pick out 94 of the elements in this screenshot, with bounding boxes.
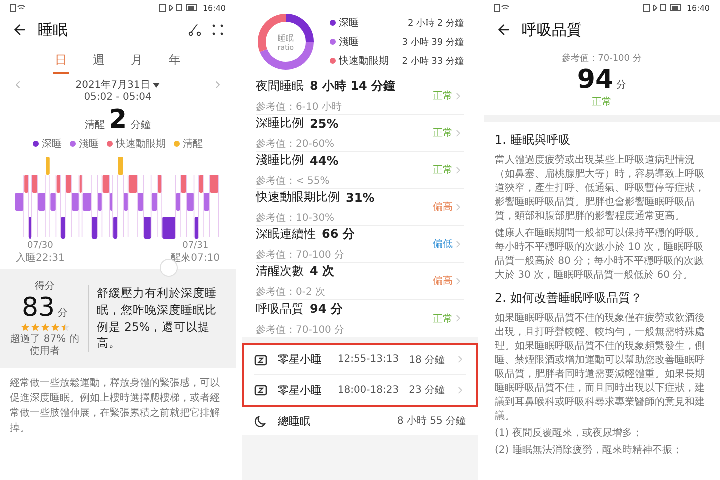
legend-label: 淺睡 xyxy=(79,138,99,151)
score-unit: 分 xyxy=(616,79,627,92)
reference-range: 參考值：20-60% xyxy=(256,139,335,150)
status-time: 16:40 xyxy=(686,4,710,12)
screen-title: 呼吸品質 xyxy=(522,20,583,40)
metric-name: 深睡比例 xyxy=(256,115,304,132)
share-icon[interactable] xyxy=(188,23,202,37)
end-date: 07/31 xyxy=(182,241,209,251)
stage-label: 清醒 xyxy=(84,118,105,132)
period-tab[interactable]: 週 xyxy=(91,50,107,74)
reference-range: 參考值：0-2 次 xyxy=(256,287,326,298)
donut-label: 睡眠 xyxy=(278,32,294,44)
donut-ring-drawing xyxy=(256,12,316,72)
metric-name: 清醒次數 xyxy=(256,263,304,280)
status-link[interactable]: 偏低 xyxy=(433,237,464,251)
reference-range: 參考值：70-100 分 xyxy=(256,324,345,336)
status-icons-icon xyxy=(158,4,199,12)
metric-name: 深眠連續性 xyxy=(256,226,316,243)
sleep-box-icon xyxy=(254,352,268,366)
metric-value: 31% xyxy=(346,190,375,204)
status-link[interactable]: 正常 xyxy=(433,312,464,326)
period-tab[interactable]: 年 xyxy=(167,50,183,74)
status-icons-icon xyxy=(642,4,683,12)
more-icon[interactable] xyxy=(212,24,224,36)
total-value: 8 小時 55 分鐘 xyxy=(397,414,466,428)
period-tab[interactable]: 日 xyxy=(53,50,69,74)
sim-wifi-icon xyxy=(494,4,510,12)
duration-text: 2 小時 2 分鐘 xyxy=(408,18,464,30)
percentile-note: 超過了 87% 的使用者 xyxy=(10,334,80,358)
legend-label: 清醒 xyxy=(183,138,203,151)
nap-row[interactable]: 零星小睡 18:00-18:23 23 分鐘 xyxy=(254,375,466,405)
advice-text: 舒緩壓力有利於深度睡眠，您昨晚深度睡眠比例是 25%，還可以提高。 xyxy=(88,285,226,352)
reference-range: 參考值：70-100 分 xyxy=(256,250,345,261)
status-link[interactable]: 正常 xyxy=(433,89,464,103)
star-icon xyxy=(20,323,30,332)
score-unit: 分 xyxy=(58,307,68,320)
star-icon xyxy=(50,323,60,332)
body-paragraph: 健康人在睡眠期間一般都可以保持平穩的呼吸。每小時不平穩呼吸的次數小於 10 次，睡眠呼吸品質一般高於 80 分；每小時不平穩呼吸的次數大於 30 次，睡眠呼吸品質一般低於 60 分。 xyxy=(495,227,706,283)
legend-label: 深睡 xyxy=(42,138,62,151)
bedtime-label: 入睡22:31 xyxy=(16,252,65,265)
status-link[interactable]: 正常 xyxy=(433,126,464,140)
back-icon[interactable] xyxy=(12,22,28,38)
total-label: 總睡眠 xyxy=(278,414,312,428)
star-icon xyxy=(40,323,50,332)
star-icon xyxy=(60,323,70,332)
sim-wifi-icon xyxy=(10,4,26,12)
duration-unit: 分鐘 xyxy=(131,119,152,132)
star-icon xyxy=(30,323,40,332)
body-paragraph: (2) 睡眠無法消除疲勞，醒來時精神不振； xyxy=(495,444,684,458)
moon-icon xyxy=(254,414,268,428)
metric-value: 8 小時 14 分鐘 xyxy=(310,78,396,95)
metric-name: 呼吸品質 xyxy=(256,300,304,318)
time-range: 05:02 - 05:04 xyxy=(84,92,152,103)
score-value: 83 xyxy=(22,295,56,321)
section-heading: 2. 如何改善睡眠呼吸品質？ xyxy=(495,290,644,307)
start-date: 07/30 xyxy=(27,241,54,251)
duration-value: 2 xyxy=(108,107,128,133)
tip-text: 經常做一些放鬆運動，釋放身體的緊張感，可以促進深度睡眠。例如上樓時選擇爬樓梯，或者經常做一些肢體伸展，在緊張累積之前就把它排解掉。 xyxy=(10,376,221,436)
legend-label: 快速動眼期 xyxy=(116,138,166,151)
metric-value: 66 分 xyxy=(322,226,355,243)
legend-label: 深睡 xyxy=(339,16,359,30)
reference-range: 參考值：< 55% xyxy=(256,176,330,187)
legend-label: 快速動眼期 xyxy=(339,54,389,68)
body-paragraph: 當人體過度疲勞或出現某些上呼吸道病理情況（如鼻塞、扁桃腺肥大等）時，容易導致上呼吸道狹窄，產生打呼、低通氣、呼吸暫停等症狀，影響睡眠呼吸品質。肥胖也會影響睡眠呼吸品質，頸部和腹部肥胖的影響程度通常更高。 xyxy=(495,154,706,224)
metric-value: 4 次 xyxy=(310,263,335,280)
status-link[interactable]: 正常 xyxy=(433,163,464,177)
metric-value: 44% xyxy=(310,154,339,168)
status-label: 正常 xyxy=(592,96,612,109)
metric-value: 25% xyxy=(310,116,339,130)
legend-label: 淺睡 xyxy=(339,36,359,49)
metric-name: 夜間睡眠 xyxy=(256,78,304,95)
body-paragraph: (1) 夜間反覆醒來，或夜尿增多； xyxy=(495,427,644,441)
duration-text: 3 小時 39 分鐘 xyxy=(402,36,464,48)
metric-value: 94 分 xyxy=(310,300,343,318)
reference-range: 參考值：70-100 分 xyxy=(562,52,642,65)
body-paragraph: 如果睡眠呼吸品質不佳的現象僅在疲勞或飲酒後出現，且打呼聲較輕、較均勻，一般無需特殊處理。如果睡眠呼吸品質不佳的現象頻繁發生，側睡、禁煙限酒或增加運動可以幫助您改善睡眠呼吸品質，肥胖者同時還需要減輕體重。如果長期睡眠呼吸品質不佳，而且同時出現以下症狀，建議到耳鼻喉科或呼吸科尋求專業醫師的意見和建議。 xyxy=(495,312,706,424)
score-label: 得分 xyxy=(35,280,55,293)
screen-title: 睡眠 xyxy=(38,20,69,40)
duration-text: 2 小時 33 分鐘 xyxy=(402,56,464,68)
back-icon[interactable] xyxy=(496,22,512,38)
nap-row[interactable]: 零星小睡 12:55-13:13 18 分鐘 xyxy=(254,345,466,375)
section-heading: 1. 睡眠與呼吸 xyxy=(495,132,572,149)
period-tab[interactable]: 月 xyxy=(129,50,145,74)
reference-range: 參考值：6-10 小時 xyxy=(256,102,342,113)
score-value: 94 xyxy=(577,67,614,93)
status-link[interactable]: 偏高 xyxy=(433,274,464,288)
caret-icon[interactable] xyxy=(153,82,160,88)
reference-range: 參考值：10-30% xyxy=(256,213,335,224)
date-label: 2021年7月31日 xyxy=(76,79,150,92)
metric-name: 快速動眼期比例 xyxy=(256,189,340,206)
metric-name: 淺睡比例 xyxy=(256,152,304,169)
status-time: 16:40 xyxy=(202,4,226,12)
sleep-box-icon xyxy=(254,383,268,397)
status-link[interactable]: 偏高 xyxy=(433,200,464,214)
